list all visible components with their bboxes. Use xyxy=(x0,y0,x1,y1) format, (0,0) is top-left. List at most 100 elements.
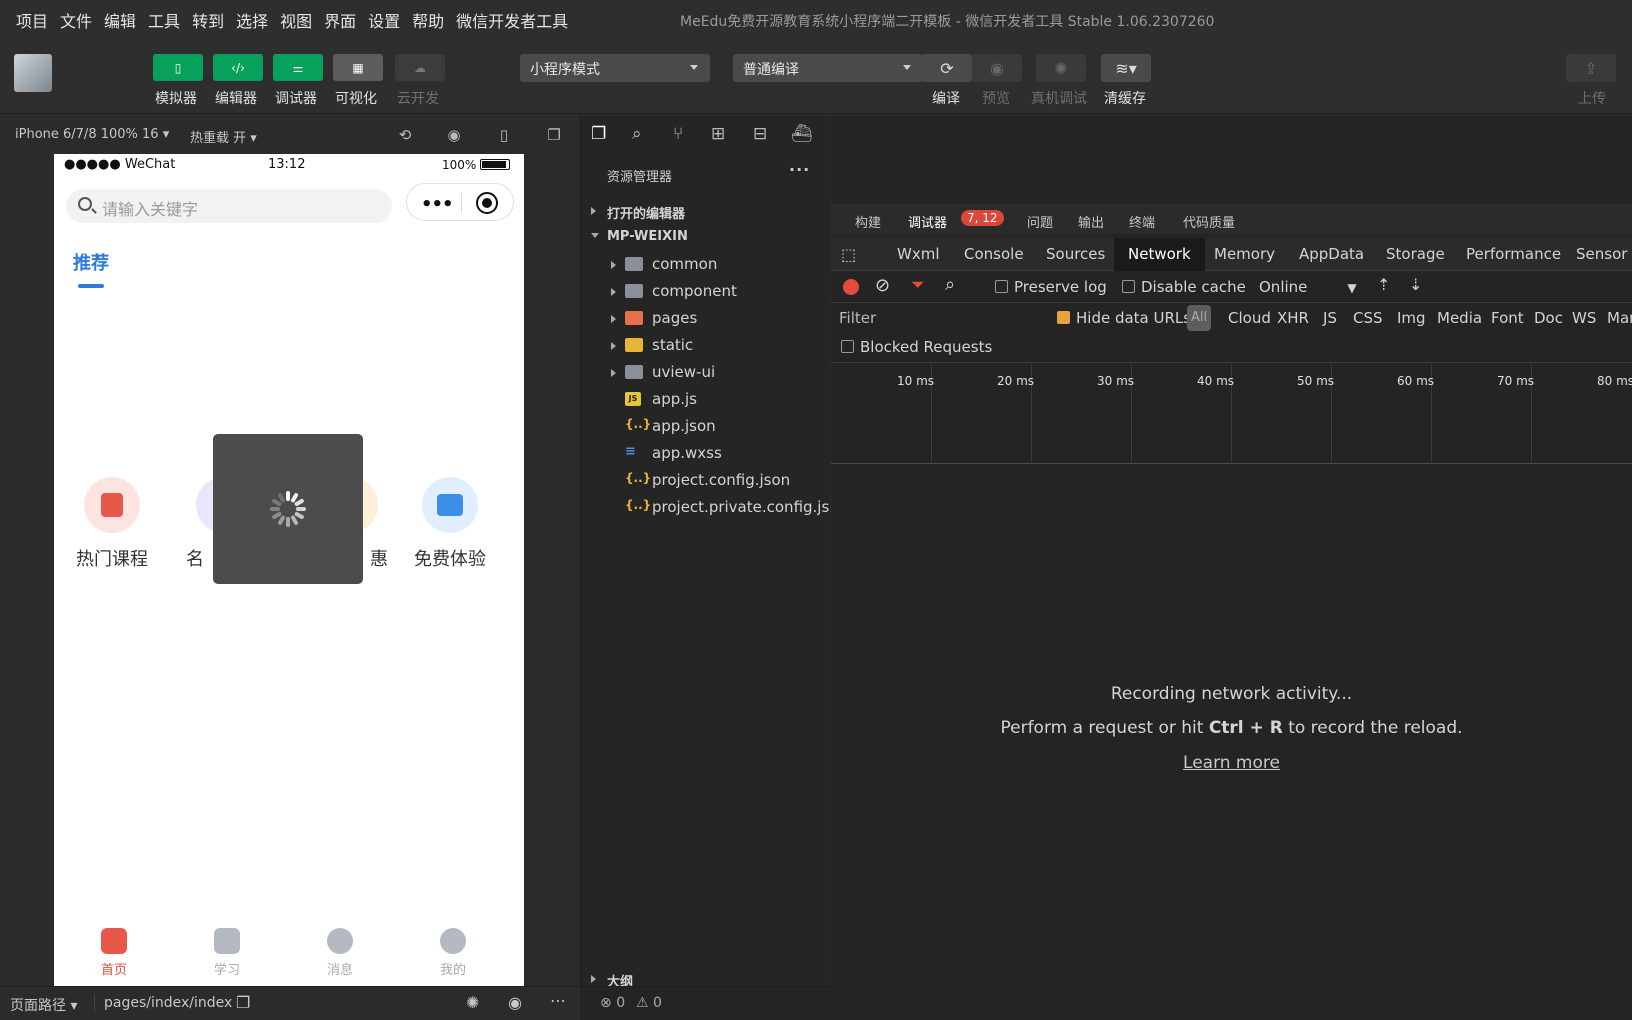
visual-button[interactable]: ▦ xyxy=(333,54,383,81)
search-input[interactable]: 请输入关键字 xyxy=(66,189,392,223)
filter-font[interactable]: Font xyxy=(1491,309,1524,327)
tab-sensor[interactable]: Sensor xyxy=(1576,245,1627,263)
category-hot-courses[interactable]: 热门课程 xyxy=(68,477,156,571)
copy-icon[interactable]: ❐ xyxy=(236,993,250,1012)
filter-xhr[interactable]: XHR xyxy=(1277,309,1309,327)
disable-cache-checkbox[interactable]: Disable cache xyxy=(1122,278,1246,296)
preserve-log-checkbox[interactable]: Preserve log xyxy=(995,278,1107,296)
simulator-button[interactable]: ▯ xyxy=(153,54,203,81)
filter-input[interactable]: Filter xyxy=(839,309,876,327)
bug-icon[interactable]: ✺ xyxy=(466,993,479,1012)
tree-item-app-json[interactable]: {..} app.json xyxy=(581,414,831,441)
project-section[interactable]: MP-WEIXIN xyxy=(581,224,831,250)
more-icon[interactable]: ⋯ xyxy=(550,991,566,1010)
more-icon[interactable]: ••• xyxy=(421,194,454,215)
learn-more-link[interactable]: Learn more xyxy=(1183,753,1280,773)
git-branch-icon[interactable]: ⑂ xyxy=(673,124,683,144)
more-icon[interactable]: ··· xyxy=(789,160,810,179)
category-free-trial[interactable]: 免费体验 xyxy=(406,477,494,571)
hot-reload-select[interactable]: 热重载 开 ▾ xyxy=(190,127,257,146)
tree-item-project-config[interactable]: {..} project.config.json xyxy=(581,468,831,495)
extensions-icon[interactable]: ⊞ xyxy=(711,124,725,144)
tab-recommend[interactable]: 推荐 xyxy=(73,249,109,275)
filter-css[interactable]: CSS xyxy=(1353,309,1383,327)
tab-messages[interactable]: 消息 xyxy=(310,924,370,978)
tab-me[interactable]: 我的 xyxy=(423,924,483,978)
tab-terminal[interactable]: 终端 xyxy=(1129,212,1155,231)
tab-storage[interactable]: Storage xyxy=(1386,245,1445,263)
debugger-button[interactable]: ⚌ xyxy=(273,54,323,81)
search-icon[interactable]: ⌕ xyxy=(945,274,955,295)
tree-item-app-wxss[interactable]: ≡ app.wxss xyxy=(581,441,831,468)
compile-button[interactable]: ⟳ xyxy=(922,54,972,82)
menu-wechat-devtools[interactable]: 微信开发者工具 xyxy=(456,8,568,32)
popout-icon[interactable]: ❐ xyxy=(545,126,563,144)
tab-debugger[interactable]: 调试器 xyxy=(908,212,947,231)
tree-item-project-private-config[interactable]: {..} project.private.config.js... xyxy=(581,495,844,522)
menu-edit[interactable]: 编辑 xyxy=(104,8,136,32)
open-editors-section[interactable]: 打开的编辑器 xyxy=(581,198,831,224)
menu-goto[interactable]: 转到 xyxy=(192,8,224,32)
menu-interface[interactable]: 界面 xyxy=(324,8,356,32)
upload-button[interactable]: ⇪ xyxy=(1566,54,1616,82)
storage-icon[interactable]: ⊟ xyxy=(753,124,767,144)
tab-performance[interactable]: Performance xyxy=(1466,245,1561,263)
filter-media[interactable]: Media xyxy=(1437,309,1482,327)
tab-build[interactable]: 构建 xyxy=(855,212,881,231)
filter-img[interactable]: Img xyxy=(1397,309,1426,327)
device-icon[interactable]: ▯ xyxy=(495,126,513,144)
import-icon[interactable]: ⇡ xyxy=(1377,275,1390,294)
page-path-select[interactable]: 页面路径 ▾ xyxy=(10,995,77,1015)
remote-debug-button[interactable]: ✺ xyxy=(1036,54,1086,82)
compile-mode-select[interactable]: 普通编译 xyxy=(733,54,923,82)
tab-study[interactable]: 学习 xyxy=(197,924,257,978)
rotate-icon[interactable]: ⟲ xyxy=(396,126,414,144)
docker-icon[interactable]: ⛴ xyxy=(791,124,813,144)
throttle-select[interactable]: Online ▼ xyxy=(1259,278,1357,296)
menu-select[interactable]: 选择 xyxy=(236,8,268,32)
tab-network[interactable]: Network xyxy=(1114,238,1205,271)
menu-project[interactable]: 项目 xyxy=(16,8,48,32)
tab-output[interactable]: 输出 xyxy=(1078,212,1104,231)
menu-tools[interactable]: 工具 xyxy=(148,8,180,32)
tree-item-static[interactable]: static xyxy=(581,333,831,360)
mode-select[interactable]: 小程序模式 xyxy=(520,54,710,82)
export-icon[interactable]: ⇣ xyxy=(1409,275,1422,294)
editor-button[interactable]: ‹/› xyxy=(213,54,263,81)
eye-icon[interactable]: ◉ xyxy=(508,993,522,1012)
files-icon[interactable]: ❐ xyxy=(591,124,606,144)
menu-view[interactable]: 视图 xyxy=(280,8,312,32)
avatar[interactable] xyxy=(14,54,52,92)
warning-count[interactable]: ⚠ 0 xyxy=(636,995,662,1011)
tree-item-pages[interactable]: pages xyxy=(581,306,831,333)
tree-item-component[interactable]: component xyxy=(581,279,831,306)
tree-item-app-js[interactable]: JS app.js xyxy=(581,387,831,414)
filter-manifest[interactable]: Manife xyxy=(1607,309,1632,327)
menu-help[interactable]: 帮助 xyxy=(412,8,444,32)
preview-button[interactable]: ◉ xyxy=(972,54,1022,82)
cloud-button[interactable]: ☁ xyxy=(395,54,445,81)
inspect-icon[interactable]: ⬚ xyxy=(841,245,856,264)
menu-settings[interactable]: 设置 xyxy=(368,8,400,32)
tab-appdata[interactable]: AppData xyxy=(1299,245,1364,263)
filter-cloud[interactable]: Cloud xyxy=(1228,309,1271,327)
clear-icon[interactable]: ⊘ xyxy=(875,275,890,296)
error-count[interactable]: ⊗ 0 xyxy=(600,995,625,1011)
filter-icon[interactable]: ⏷ xyxy=(911,275,925,295)
filter-js[interactable]: JS xyxy=(1323,309,1337,327)
filter-doc[interactable]: Doc xyxy=(1534,309,1563,327)
tab-home[interactable]: 首页 xyxy=(84,924,144,978)
tab-wxml[interactable]: Wxml xyxy=(897,245,940,263)
record-icon[interactable] xyxy=(843,279,859,295)
tab-problems[interactable]: 问题 xyxy=(1027,212,1053,231)
tree-item-uview-ui[interactable]: uview-ui xyxy=(581,360,831,387)
clear-cache-button[interactable]: ≋▾ xyxy=(1101,54,1151,82)
close-icon[interactable] xyxy=(476,192,498,214)
filter-ws[interactable]: WS xyxy=(1572,309,1596,327)
record-icon[interactable]: ◉ xyxy=(445,126,463,144)
device-select[interactable]: iPhone 6/7/8 100% 16 ▾ xyxy=(15,127,169,142)
hide-data-urls-checkbox[interactable]: Hide data URLs xyxy=(1057,309,1191,327)
blocked-requests-checkbox[interactable]: Blocked Requests xyxy=(841,338,992,356)
tab-code-quality[interactable]: 代码质量 xyxy=(1183,212,1235,231)
tree-item-common[interactable]: common xyxy=(581,252,831,279)
